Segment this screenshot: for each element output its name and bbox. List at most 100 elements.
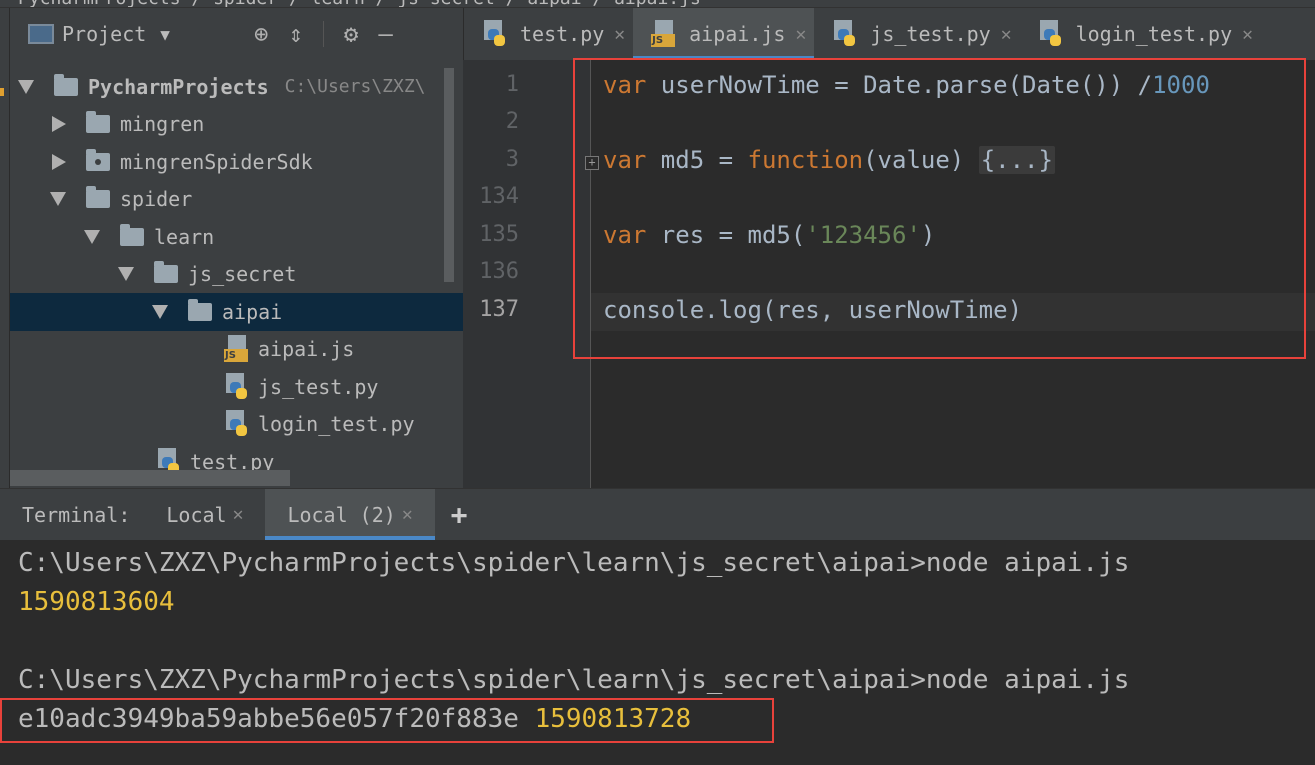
- line-number-current: 137: [479, 297, 519, 322]
- terminal-tab-label: Local: [166, 502, 227, 527]
- terminal-tab-bar: Terminal: Local ✕ Local (2) ✕ +: [0, 488, 1315, 540]
- tree-item-pycharmprojects[interactable]: PycharmProjects C:\Users\ZXZ\: [10, 68, 463, 106]
- expand-arrow-icon[interactable]: [18, 79, 34, 94]
- tree-item-label: js_secret: [188, 262, 297, 287]
- line-number-gutter: 1 2 3 134 135 136 137: [463, 60, 591, 488]
- chevron-down-icon: ▼: [160, 24, 170, 44]
- tree-item-spider[interactable]: spider: [10, 181, 463, 219]
- bookmark-marker: [0, 88, 4, 96]
- breadcrumb-item[interactable]: js_secret: [397, 0, 495, 7]
- js-file-icon: JS: [224, 335, 250, 363]
- tab-label: aipai.js: [689, 22, 786, 46]
- folder-icon: [86, 186, 110, 209]
- expand-arrow-icon[interactable]: [84, 229, 100, 244]
- tab-label: login_test.py: [1075, 22, 1233, 46]
- tab-login-test-py[interactable]: login_test.py ✕: [1020, 8, 1261, 60]
- terminal-output-line: 1590813604: [18, 587, 175, 617]
- project-tree: PycharmProjects C:\Users\ZXZ\ mingren mi…: [10, 68, 463, 481]
- tree-item-label: spider: [120, 187, 193, 212]
- folder-icon: [188, 298, 212, 321]
- tree-item-path-hint: C:\Users\ZXZ\: [284, 76, 426, 98]
- highlight-box-code: [573, 58, 1306, 359]
- close-icon[interactable]: ✕: [402, 504, 413, 525]
- tree-item-login-test-py[interactable]: login_test.py: [10, 406, 463, 444]
- breadcrumb-item[interactable]: aipai.js: [614, 0, 701, 7]
- python-file-icon: [224, 410, 250, 438]
- tree-item-mingrenspidersdk[interactable]: mingrenSpiderSdk: [10, 143, 463, 181]
- terminal-label: Terminal:: [22, 502, 131, 527]
- close-icon[interactable]: ✕: [614, 24, 625, 45]
- tree-item-aipai-js[interactable]: JS aipai.js: [10, 331, 463, 369]
- expand-arrow-icon[interactable]: [50, 192, 66, 207]
- terminal-command-line: C:\Users\ZXZ\PycharmProjects\spider\lear…: [18, 548, 1130, 578]
- expand-arrow-icon[interactable]: [118, 267, 134, 282]
- tab-js-test-py[interactable]: js_test.py ✕: [814, 8, 1019, 60]
- breadcrumb-item[interactable]: spider: [213, 0, 278, 7]
- tree-item-aipai[interactable]: aipai: [10, 293, 463, 331]
- tree-item-learn[interactable]: learn: [10, 218, 463, 256]
- tree-item-label: mingrenSpiderSdk: [120, 149, 313, 174]
- tree-item-label: PycharmProjects: [88, 74, 269, 99]
- terminal-output[interactable]: C:\Users\ZXZ\PycharmProjects\spider\lear…: [0, 540, 1315, 765]
- python-file-icon: [1038, 20, 1064, 48]
- tree-item-label: aipai.js: [258, 337, 355, 362]
- project-panel-header: Project ▼ ⊕ ⇕ ⚙ —: [10, 8, 463, 60]
- breadcrumb-item[interactable]: learn: [311, 0, 365, 7]
- highlight-box-output: [0, 698, 774, 743]
- folder-icon: [54, 73, 78, 96]
- new-terminal-button[interactable]: +: [435, 489, 484, 540]
- line-number: 136: [479, 259, 519, 284]
- breadcrumb-item[interactable]: PycharmProjects: [18, 0, 181, 7]
- close-icon[interactable]: ✕: [233, 504, 244, 525]
- code-editor[interactable]: 1 2 3 134 135 136 137 + var userNowTime …: [463, 58, 1315, 488]
- breadcrumb-item[interactable]: aipai: [527, 0, 581, 7]
- project-panel: Project ▼ ⊕ ⇕ ⚙ — PycharmProjects C:\Use…: [10, 8, 463, 488]
- folder-icon: [154, 261, 178, 284]
- tab-label: js_test.py: [870, 22, 991, 46]
- line-number: 1: [505, 72, 519, 97]
- tab-aipai-js[interactable]: JS aipai.js ✕: [633, 8, 815, 60]
- editor-tab-bar: test.py ✕ JS aipai.js ✕ js_test.py ✕ log…: [463, 8, 1315, 60]
- tab-label: test.py: [520, 22, 605, 46]
- folder-icon: [120, 223, 144, 246]
- minimize-icon[interactable]: —: [378, 20, 392, 48]
- collapsed-arrow-icon[interactable]: [52, 153, 66, 170]
- module-folder-icon: [86, 148, 110, 171]
- tree-item-label: aipai: [222, 299, 283, 324]
- js-file-icon: JS: [651, 20, 677, 48]
- line-number: 2: [505, 109, 519, 134]
- toolbar-divider: [322, 21, 324, 47]
- gear-icon[interactable]: ⚙: [344, 20, 358, 48]
- close-icon[interactable]: ✕: [795, 24, 806, 45]
- terminal-tab-local-2[interactable]: Local (2) ✕: [265, 489, 435, 540]
- tree-item-mingren[interactable]: mingren: [10, 106, 463, 144]
- project-title: Project: [62, 22, 147, 46]
- tree-item-label: mingren: [120, 112, 205, 137]
- breadcrumb: PycharmProjects / spider / learn / js_se…: [0, 0, 1315, 8]
- expand-arrow-icon[interactable]: [152, 304, 168, 319]
- project-panel-icon: [28, 24, 54, 44]
- tab-test-py[interactable]: test.py ✕: [464, 8, 633, 60]
- python-file-icon: [482, 20, 508, 48]
- collapse-all-icon[interactable]: ⇕: [288, 20, 302, 48]
- close-icon[interactable]: ✕: [1242, 24, 1253, 45]
- tree-item-label: learn: [154, 224, 215, 249]
- terminal-tab-local[interactable]: Local ✕: [144, 489, 265, 540]
- python-file-icon: [224, 372, 250, 401]
- locate-icon[interactable]: ⊕: [254, 20, 268, 48]
- tree-item-label: js_test.py: [258, 374, 379, 399]
- line-number: 134: [479, 184, 519, 209]
- tree-item-js-test-py[interactable]: js_test.py: [10, 368, 463, 406]
- line-number: 3: [505, 147, 519, 172]
- terminal-command-line: C:\Users\ZXZ\PycharmProjects\spider\lear…: [18, 665, 1130, 695]
- python-file-icon: [832, 20, 858, 48]
- folder-icon: [86, 111, 110, 134]
- terminal-tab-label: Local (2): [287, 502, 396, 527]
- horizontal-scrollbar[interactable]: [10, 470, 290, 486]
- left-tool-strip: [0, 8, 10, 488]
- project-view-selector[interactable]: Project ▼: [28, 22, 170, 46]
- collapsed-arrow-icon[interactable]: [52, 116, 66, 133]
- tree-item-js-secret[interactable]: js_secret: [10, 256, 463, 294]
- vertical-scrollbar[interactable]: [444, 68, 454, 282]
- close-icon[interactable]: ✕: [1001, 24, 1012, 45]
